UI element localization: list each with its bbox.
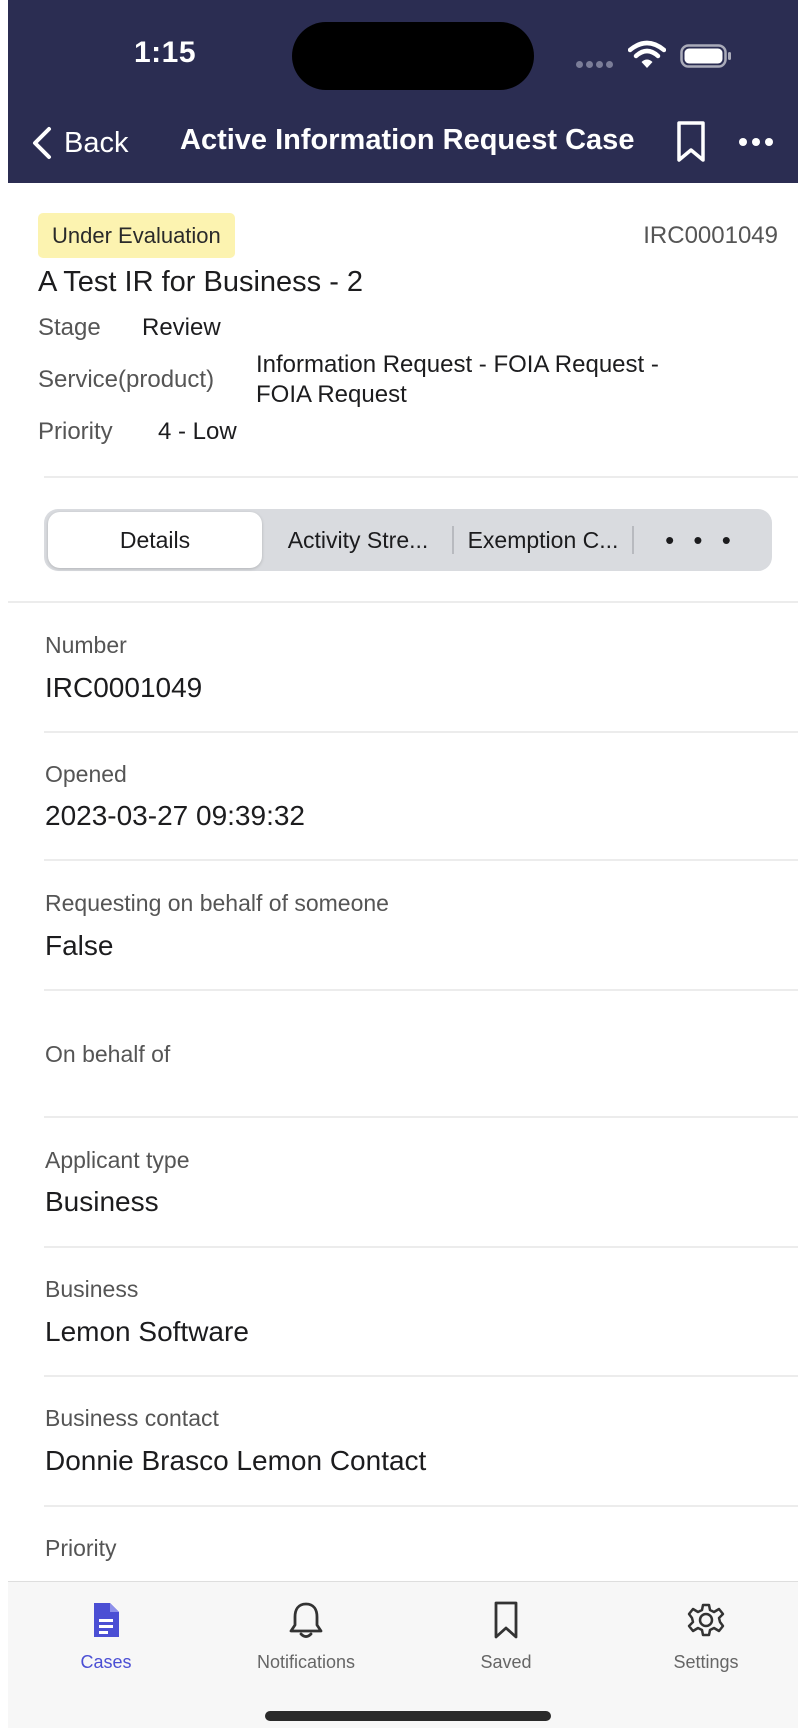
field-value-opened: 2023-03-27 09:39:32 [45,800,305,831]
field-label-number: Number [45,632,127,658]
more-options-icon[interactable] [736,132,776,152]
page-title: Active Information Request Case [180,124,635,156]
tabbar-cases-label: Cases [80,1652,132,1672]
tabbar-saved[interactable]: Saved [416,1600,596,1678]
field-label-priority: Priority [45,1535,117,1561]
field-value-business: Lemon Software [45,1316,249,1347]
bookmark-icon[interactable] [674,120,708,164]
priority-label: Priority [38,418,113,445]
tabbar-notifications-label: Notifications [256,1652,356,1672]
tab-activity-stream[interactable]: Activity Stre... [266,512,450,568]
header-bar: 1:15 Back Active Information Request Cas… [8,0,798,183]
field-label-on-behalf-requesting: Requesting on behalf of someone [45,890,389,916]
app-screen: 1:15 Back Active Information Request Cas… [0,0,798,1728]
bottom-tab-bar: Cases Notifications Saved Settings [8,1581,798,1728]
tabbar-saved-label: Saved [480,1652,532,1672]
cellular-signal-icon [576,55,620,68]
tabbar-cases[interactable]: Cases [16,1600,196,1678]
tabbar-settings-label: Settings [673,1652,739,1672]
tab-details[interactable]: Details [48,512,262,568]
tabbar-notifications[interactable]: Notifications [216,1600,396,1678]
document-icon [94,1603,119,1637]
divider [44,731,798,733]
divider [44,989,798,991]
field-label-opened: Opened [45,761,127,787]
gear-icon [687,1603,725,1637]
back-button[interactable]: Back [30,120,128,166]
field-label-business-contact: Business contact [45,1405,219,1431]
case-number: IRC0001049 [643,222,778,249]
wifi-icon [628,40,666,68]
divider [44,1375,798,1377]
tab-more[interactable]: • • • [634,512,768,568]
chevron-left-icon [33,127,51,159]
stage-value: Review [142,314,221,341]
segmented-tabs: Details Activity Stre... Exemption C... … [44,509,772,571]
divider [44,1505,798,1507]
divider [8,601,798,603]
home-indicator [265,1711,551,1721]
service-value-line: FOIA Request [256,381,407,408]
service-label: Service(product) [38,366,215,393]
battery-icon [680,44,731,68]
dynamic-island [292,22,534,90]
status-badge: Under Evaluation [38,213,235,258]
field-value-business-contact: Donnie Brasco Lemon Contact [45,1445,427,1476]
service-value-line: Information Request - FOIA Request - [256,351,659,378]
status-time: 1:15 [134,36,197,69]
case-title: A Test IR for Business - 2 [38,266,364,298]
divider [44,1246,798,1248]
field-label-business: Business [45,1276,139,1302]
field-label-applicant-type: Applicant type [45,1147,190,1173]
bell-icon [289,1602,323,1638]
divider [44,476,798,478]
tab-exemption[interactable]: Exemption C... [454,512,632,568]
field-value-number: IRC0001049 [45,672,203,703]
field-label-on-behalf-of: On behalf of [45,1041,171,1067]
bookmark-icon [494,1601,518,1639]
field-value-on-behalf-requesting: False [45,930,114,961]
priority-value: 4 - Low [158,418,237,445]
back-label: Back [64,126,129,159]
stage-label: Stage [38,314,101,341]
divider [44,859,798,861]
divider [44,1116,798,1118]
service-value: Information Request - FOIA Request - FOI… [256,350,756,410]
tabbar-settings[interactable]: Settings [616,1600,796,1678]
field-value-applicant-type: Business [45,1186,159,1217]
